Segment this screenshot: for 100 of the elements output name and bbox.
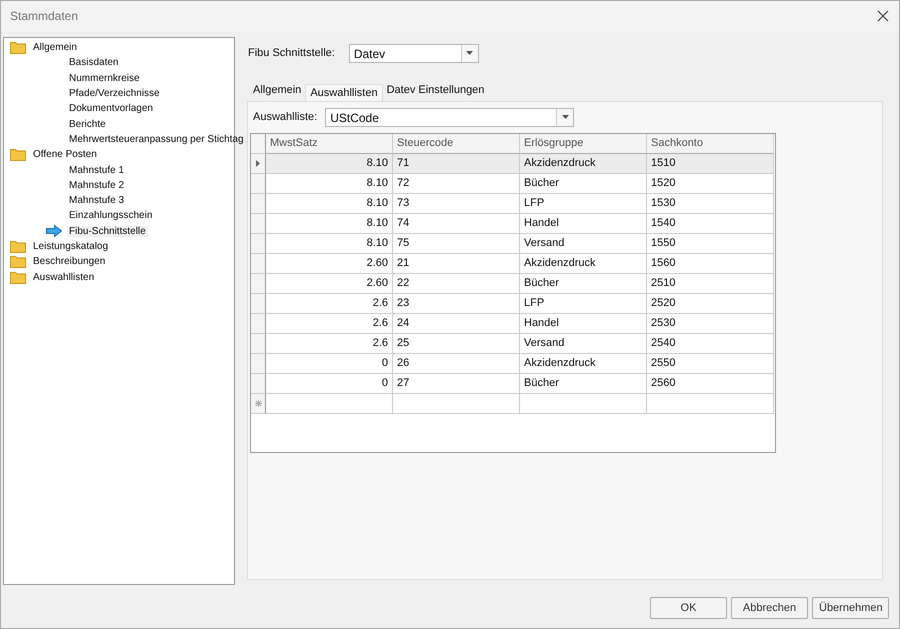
table-cell: 24 <box>397 317 410 329</box>
row-header[interactable] <box>251 394 266 414</box>
table-cell: Akzidenzdruck <box>524 157 596 169</box>
row-header[interactable] <box>251 154 266 174</box>
row-header[interactable] <box>251 194 266 214</box>
row-header[interactable] <box>251 254 266 274</box>
tree-item[interactable]: Auswahllisten <box>31 272 96 283</box>
table-cell: Handel <box>524 217 559 229</box>
empty-cell[interactable] <box>520 394 647 414</box>
column-header[interactable]: Sachkonto <box>647 134 774 154</box>
new-row[interactable] <box>251 394 775 414</box>
table-cell: 2.60 <box>366 277 388 289</box>
tree-item[interactable]: Mahnstufe 1 <box>67 164 126 176</box>
table-cell: 74 <box>397 217 410 229</box>
table-row[interactable]: 0 27 Bücher 2560 <box>251 374 775 394</box>
table-cell: 2510 <box>651 277 676 289</box>
table-cell: 1530 <box>651 197 676 209</box>
row-header[interactable] <box>251 374 266 394</box>
row-header[interactable] <box>251 294 266 314</box>
column-header[interactable]: Erlösgruppe <box>520 134 647 154</box>
column-header[interactable]: Steuercode <box>393 134 520 154</box>
tree-item[interactable]: Pfade/Verzeichnisse <box>67 88 162 100</box>
table-cell: Versand <box>524 237 564 249</box>
table-cell: 2520 <box>651 297 676 309</box>
row-header[interactable] <box>251 174 266 194</box>
interface-dropdown[interactable]: Datev <box>348 44 479 62</box>
tree-item[interactable]: Mahnstufe 2 <box>67 180 126 191</box>
tree-item[interactable]: Dokumentvorlagen <box>67 103 155 114</box>
folder-icon <box>10 148 26 162</box>
dialog-button[interactable]: Abbrechen <box>731 597 808 619</box>
dialog-button[interactable]: Übernehmen <box>812 597 889 619</box>
table-row[interactable]: 2.6 25 Versand 2540 <box>251 334 775 354</box>
tree-item[interactable]: Mahnstufe 3 <box>67 195 126 206</box>
table-cell: 8.10 <box>366 217 388 229</box>
table-row[interactable]: 8.10 74 Handel 1540 <box>251 214 775 234</box>
empty-cell[interactable] <box>647 394 774 414</box>
table-row[interactable]: 8.10 72 Bücher 1520 <box>251 174 775 194</box>
table-cell: Akzidenzdruck <box>524 257 596 269</box>
table-cell: 2.6 <box>372 297 388 309</box>
table-cell: 0 <box>382 357 388 369</box>
table-cell: 75 <box>397 237 410 249</box>
table-cell: 1540 <box>651 217 676 229</box>
table-cell: 2550 <box>651 357 676 369</box>
tree-item[interactable]: Beschreibungen <box>31 256 108 268</box>
field-label: Fibu Schnittstelle: <box>248 47 335 59</box>
table-row[interactable]: 8.10 73 LFP 1530 <box>251 194 775 214</box>
list-dropdown[interactable]: UStCode <box>325 108 574 126</box>
close-icon[interactable] <box>877 10 889 22</box>
tree-item[interactable]: Allgemein <box>31 42 79 54</box>
table-cell: 73 <box>397 197 410 209</box>
table-row[interactable]: 8.10 75 Versand 1550 <box>251 234 775 254</box>
arrow-icon <box>46 225 62 238</box>
table-cell: 2.6 <box>372 317 388 329</box>
row-header[interactable] <box>251 274 266 294</box>
tree-item[interactable]: Mehrwertsteueranpassung per Stichtag <box>67 134 246 145</box>
tab[interactable]: Allgemein <box>249 82 306 101</box>
table-cell: 21 <box>397 257 410 269</box>
tree-item[interactable]: Einzahlungsschein <box>67 210 154 222</box>
row-header[interactable] <box>251 234 266 254</box>
tab[interactable]: Datev Einstellungen <box>382 82 488 101</box>
column-header[interactable]: MwstSatz <box>266 134 393 154</box>
table-cell: 8.10 <box>366 177 388 189</box>
dialog-button[interactable]: OK <box>650 597 727 619</box>
tree-item[interactable]: Nummernkreise <box>67 72 142 84</box>
table-cell: Versand <box>524 337 564 349</box>
table-cell: Akzidenzdruck <box>524 357 596 369</box>
table-cell: 23 <box>397 297 410 309</box>
table-cell: LFP <box>524 297 544 309</box>
table-row[interactable]: 2.6 23 LFP 2520 <box>251 294 775 314</box>
table-cell: 2540 <box>651 337 676 349</box>
table-row[interactable]: 2.6 24 Handel 2530 <box>251 314 775 334</box>
row-header[interactable] <box>251 354 266 374</box>
table-cell: Bücher <box>524 377 559 389</box>
table-cell: 0 <box>382 377 388 389</box>
tree-item[interactable]: Fibu-Schnittstelle <box>67 226 148 237</box>
table-cell: Bücher <box>524 277 559 289</box>
table-row[interactable]: 2.60 22 Bücher 2510 <box>251 274 775 294</box>
table-cell: Bücher <box>524 177 559 189</box>
field-label: Auswahlliste: <box>253 111 318 123</box>
table-cell: 8.10 <box>366 197 388 209</box>
table-cell: 1510 <box>651 157 676 169</box>
row-header[interactable] <box>251 214 266 234</box>
table-row[interactable]: 8.10 71 Akzidenzdruck 1510 <box>251 154 775 174</box>
table-row[interactable]: 0 26 Akzidenzdruck 2550 <box>251 354 775 374</box>
new-row-icon <box>254 400 262 407</box>
empty-cell[interactable] <box>393 394 520 414</box>
table-cell: 26 <box>397 357 410 369</box>
table-cell: 8.10 <box>366 237 388 249</box>
tab[interactable]: Auswahllisten <box>305 84 383 101</box>
tree-item[interactable]: Offene Posten <box>31 149 99 160</box>
row-header[interactable] <box>251 334 266 354</box>
table-cell: 27 <box>397 377 410 389</box>
dropdown-arrow-icon <box>562 115 569 119</box>
tree-item[interactable]: Basisdaten <box>67 57 120 68</box>
table-cell: 1550 <box>651 237 676 249</box>
row-header[interactable] <box>251 314 266 334</box>
table-row[interactable]: 2.60 21 Akzidenzdruck 1560 <box>251 254 775 274</box>
tree-item[interactable]: Leistungskatalog <box>31 241 110 252</box>
tree-item[interactable]: Berichte <box>67 118 108 130</box>
table-cell: 8.10 <box>366 157 388 169</box>
